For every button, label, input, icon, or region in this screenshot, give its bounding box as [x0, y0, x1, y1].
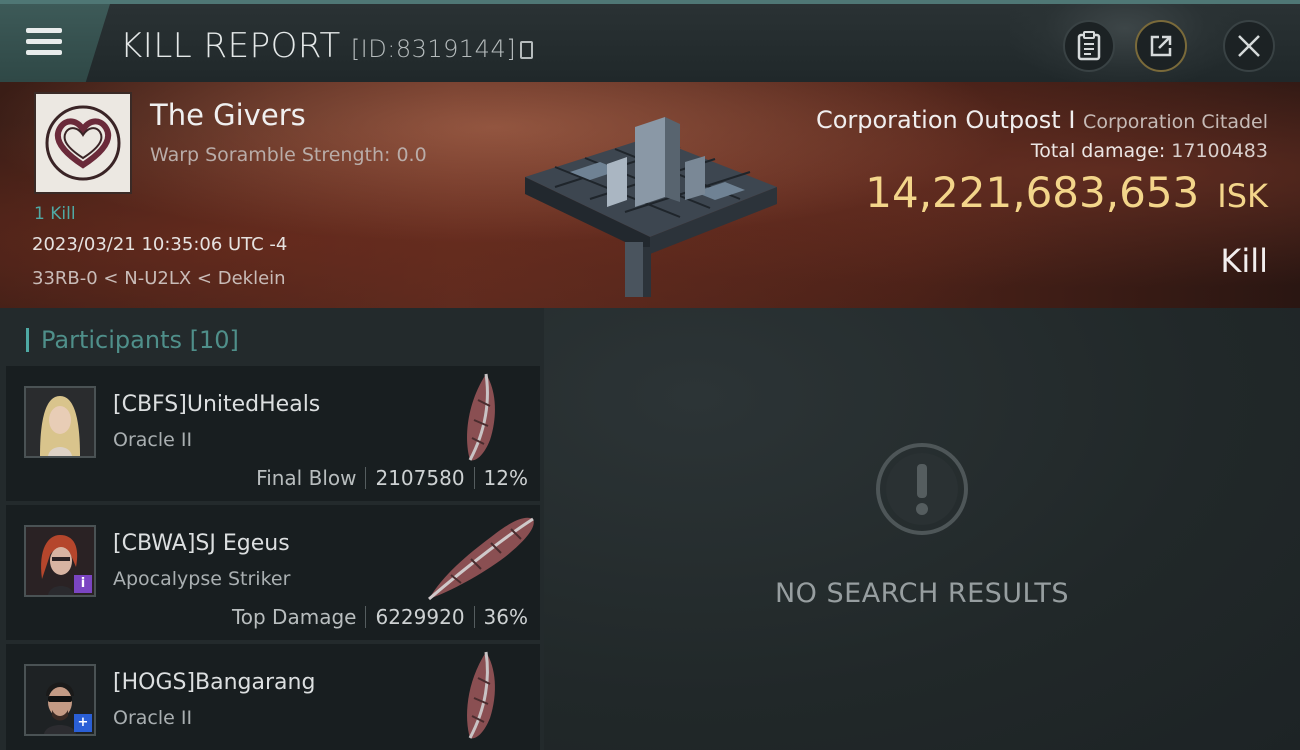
ship-image: [467, 651, 495, 739]
menu-tab[interactable]: [0, 4, 110, 82]
damage-value: 6229920: [375, 605, 465, 629]
target-type: Corporation Citadel: [1083, 111, 1268, 133]
pilot-portrait-icon: [26, 388, 94, 456]
stat-divider: [473, 606, 475, 628]
result-label: Kill: [1220, 242, 1268, 280]
copy-id-icon[interactable]: [520, 41, 534, 59]
isk-unit: ISK: [1217, 177, 1268, 215]
participant-stats: Final Blow 2107580 12%: [256, 466, 528, 490]
role-label: Top Damage: [231, 605, 357, 629]
citadel-structure-image: [525, 117, 777, 297]
participants-label: Participants: [41, 326, 182, 354]
participants-panel: Participants [10] [CBFS]UnitedHeals Orac…: [0, 308, 544, 750]
stat-divider: [365, 606, 367, 628]
isk-value: 14,221,683,653: [865, 168, 1200, 217]
participant-row[interactable]: [CBFS]UnitedHeals Oracle II Final Blow 21…: [6, 366, 540, 501]
header-accent-bar: [26, 328, 29, 352]
isk-value-line: 14,221,683,653 ISK: [865, 168, 1268, 217]
total-damage: Total damage: 17100483: [1031, 140, 1268, 162]
total-damage-value: 17100483: [1171, 140, 1268, 162]
ship-name: Apocalypse Striker: [113, 568, 291, 590]
kill-banner: The Givers Warp Soramble Strength: 0.0 1…: [0, 82, 1300, 308]
pilot-avatar[interactable]: i: [24, 525, 96, 597]
participants-header: Participants [10]: [26, 326, 239, 354]
participants-list: [CBFS]UnitedHeals Oracle II Final Blow 21…: [6, 366, 540, 750]
ship-name: Oracle II: [113, 707, 193, 729]
kill-location[interactable]: 33RB-0 < N-U2LX < Deklein: [32, 268, 286, 289]
damage-value: 2107580: [375, 466, 465, 490]
participant-row[interactable]: i [CBWA]SJ Egeus Apocalypse Striker Top …: [6, 505, 540, 640]
role-label: Final Blow: [256, 466, 357, 490]
ship-image: [467, 373, 495, 461]
pilot-avatar[interactable]: +: [24, 664, 96, 736]
pilot-badge-icon: +: [74, 714, 92, 732]
participants-count: [10]: [189, 326, 239, 354]
corporation-logo[interactable]: [34, 92, 132, 194]
kill-count: 1 Kill: [34, 204, 76, 224]
total-damage-label: Total damage:: [1030, 140, 1166, 162]
title-text: KILL REPORT: [120, 26, 341, 66]
stat-divider: [473, 467, 475, 489]
exclamation-icon: [876, 443, 968, 535]
details-panel: NO SEARCH RESULTS: [544, 308, 1300, 750]
ship-name: Oracle II: [113, 429, 193, 451]
top-bar: KILL REPORT [ID:8319144]: [0, 0, 1300, 86]
stat-divider: [365, 467, 367, 489]
page-title: KILL REPORT [ID:8319144]: [120, 26, 534, 66]
kill-datetime: 2023/03/21 10:35:06 UTC -4: [32, 234, 288, 255]
pilot-name[interactable]: [HOGS]Bangarang: [113, 670, 315, 695]
participant-row[interactable]: + [HOGS]Bangarang Oracle II: [6, 644, 540, 750]
header-decoration: [1010, 4, 1240, 86]
participant-stats: Top Damage 6229920 36%: [232, 605, 528, 629]
share-icon: [1150, 35, 1172, 57]
pilot-name[interactable]: [CBFS]UnitedHeals: [113, 392, 320, 417]
empty-state-message: NO SEARCH RESULTS: [774, 578, 1070, 609]
report-id: [ID:8319144]: [350, 35, 517, 63]
damage-percent: 12%: [483, 466, 528, 490]
close-icon: [1238, 35, 1260, 57]
damage-percent: 36%: [483, 605, 528, 629]
clipboard-button[interactable]: [1063, 20, 1115, 72]
target-name[interactable]: Corporation Outpost I: [816, 106, 1075, 134]
hamburger-menu-icon[interactable]: [26, 28, 62, 56]
victim-name[interactable]: The Givers: [150, 98, 306, 132]
pilot-badge-icon: i: [74, 575, 92, 593]
pilot-name[interactable]: [CBWA]SJ Egeus: [113, 531, 290, 556]
pilot-avatar[interactable]: [24, 386, 96, 458]
heart-logo-icon: [45, 105, 121, 181]
warp-scramble-strength: Warp Soramble Strength: 0.0: [150, 144, 427, 166]
clipboard-icon: [1077, 31, 1101, 61]
share-button[interactable]: [1135, 20, 1187, 72]
ship-image: [428, 517, 534, 601]
close-button[interactable]: [1223, 20, 1275, 72]
target-line: Corporation Outpost I Corporation Citade…: [816, 106, 1268, 134]
